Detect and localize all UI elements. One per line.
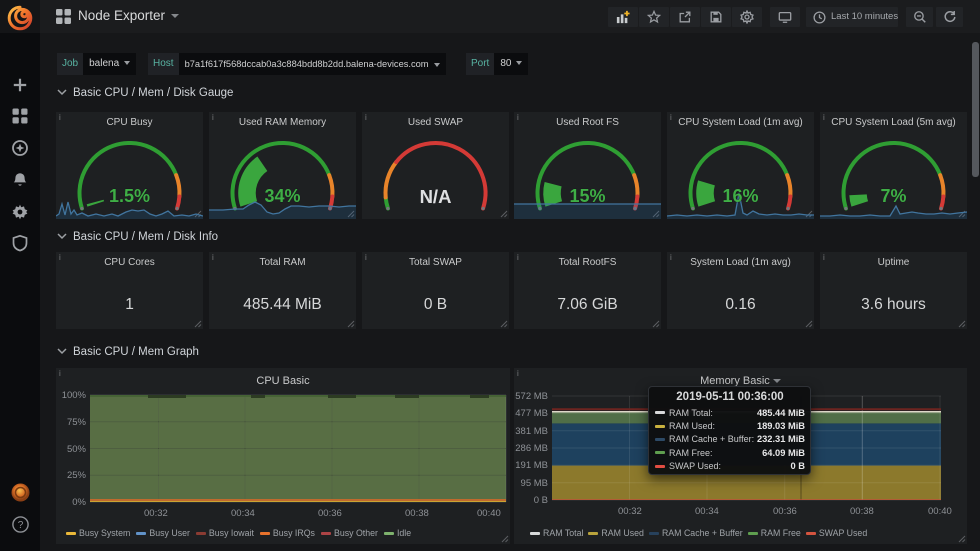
svg-text:?: ? xyxy=(18,520,24,531)
svg-text:N/A: N/A xyxy=(420,186,452,207)
svg-text:7%: 7% xyxy=(880,186,906,206)
svg-text:16%: 16% xyxy=(722,186,758,206)
svg-text:1.5%: 1.5% xyxy=(109,186,150,206)
svg-text:15%: 15% xyxy=(569,186,605,206)
svg-text:34%: 34% xyxy=(264,186,300,206)
